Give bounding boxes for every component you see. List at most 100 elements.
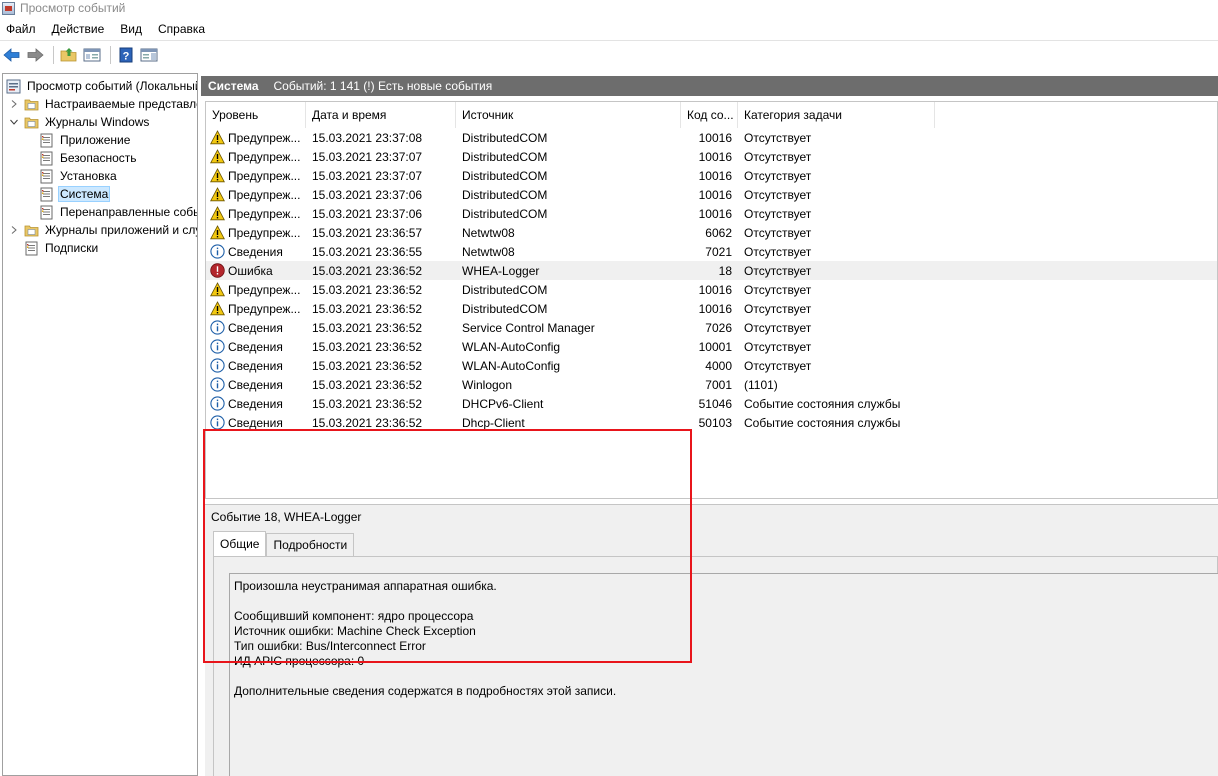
message-line: Тип ошибки: Bus/Interconnect Error	[234, 639, 426, 653]
tree-item-label: Журналы приложений и служб	[45, 223, 197, 237]
toolbar-separator	[110, 45, 111, 64]
cell-event-id: 10016	[698, 187, 732, 202]
level-label: Предупреж...	[228, 130, 301, 145]
tree-item-label: Установка	[60, 169, 117, 183]
menu-view[interactable]: Вид	[120, 22, 142, 36]
tree-item[interactable]: Настраиваемые представления	[9, 95, 197, 113]
level-label: Сведения	[228, 320, 283, 335]
cell-task-category: Отсутствует	[744, 149, 812, 164]
cell-event-id: 7026	[705, 320, 732, 335]
cell-source: Netwtw08	[462, 225, 515, 240]
event-list[interactable]: Уровень Дата и время Источник Код со... …	[205, 101, 1218, 499]
cell-datetime: 15.03.2021 23:36:52	[312, 282, 423, 297]
cell-level: Сведения	[206, 394, 306, 413]
back-arrow-icon[interactable]	[2, 45, 22, 65]
help-icon[interactable]: ?	[116, 45, 136, 65]
table-row[interactable]: Сведения 15.03.2021 23:36:52 Service Contr…	[206, 318, 1217, 337]
event-message-box[interactable]: Произошла неустранимая аппаратная ошибка…	[229, 573, 1218, 776]
cell-datetime: 15.03.2021 23:37:07	[312, 149, 423, 164]
info-icon	[210, 377, 225, 392]
table-row[interactable]: Сведения 15.03.2021 23:36:52 WLAN-AutoConf…	[206, 337, 1217, 356]
table-row[interactable]: Ошибка 15.03.2021 23:36:52 WHEA-Logger 18 От…	[206, 261, 1217, 280]
collapse-chevron-icon[interactable]	[9, 99, 19, 109]
table-row[interactable]: Сведения 15.03.2021 23:36:55 Netwtw08 7021 О…	[206, 242, 1217, 261]
tree-root-event-viewer[interactable]: Просмотр событий (Локальный)	[6, 77, 198, 95]
table-row[interactable]: Предупреж... 15.03.2021 23:37:06 Distribut…	[206, 204, 1217, 223]
table-row[interactable]: Сведения 15.03.2021 23:36:52 DHCPv6-Client…	[206, 394, 1217, 413]
tree-item[interactable]: Подписки	[9, 239, 100, 257]
expand-chevron-icon[interactable]	[9, 117, 19, 127]
table-row[interactable]: Предупреж... 15.03.2021 23:36:57 Netwtw08 6…	[206, 223, 1217, 242]
table-row[interactable]: Предупреж... 15.03.2021 23:37:06 Distribut…	[206, 185, 1217, 204]
column-header-task-category[interactable]: Категория задачи	[738, 102, 935, 128]
tree-item-label: Подписки	[45, 241, 99, 255]
cell-task-category: Отсутствует	[744, 244, 812, 259]
level-label: Предупреж...	[228, 282, 301, 297]
properties-pane-icon[interactable]	[139, 45, 159, 65]
collapse-chevron-icon[interactable]	[9, 225, 19, 235]
tree-item[interactable]: Система	[27, 185, 111, 203]
cell-source: DistributedCOM	[462, 206, 548, 221]
folder-icon	[24, 115, 39, 130]
tree-item[interactable]: Приложение	[27, 131, 132, 149]
cell-level: Предупреж...	[206, 128, 306, 147]
tab-details[interactable]: Подробности	[266, 533, 355, 556]
cell-source: DistributedCOM	[462, 282, 548, 297]
warning-icon	[210, 187, 225, 202]
menu-help[interactable]: Справка	[158, 22, 205, 36]
table-row[interactable]: Сведения 15.03.2021 23:36:52 Winlogon 7001 (…	[206, 375, 1217, 394]
tree-item[interactable]: Перенаправленные события	[27, 203, 197, 221]
table-row[interactable]: Сведения 15.03.2021 23:36:52 Dhcp-Client 50…	[206, 413, 1217, 432]
table-row[interactable]: Предупреж... 15.03.2021 23:36:52 Distribut…	[206, 299, 1217, 318]
cell-task-category: Отсутствует	[744, 263, 812, 278]
table-row[interactable]: Предупреж... 15.03.2021 23:37:08 Distribut…	[206, 128, 1217, 147]
cell-event-id: 7021	[705, 244, 732, 259]
tree-item[interactable]: Журналы приложений и служб	[9, 221, 197, 239]
folder-up-icon[interactable]	[59, 45, 79, 65]
tree-item-label: Настраиваемые представления	[45, 97, 197, 111]
table-row[interactable]: Предупреж... 15.03.2021 23:37:07 Distribut…	[206, 166, 1217, 185]
cell-level: Предупреж...	[206, 147, 306, 166]
message-line	[234, 669, 1214, 684]
tree-item-label: Система	[58, 186, 111, 202]
table-row[interactable]: Сведения 15.03.2021 23:36:52 WLAN-AutoConf…	[206, 356, 1217, 375]
cell-level: Сведения	[206, 337, 306, 356]
cell-source: DistributedCOM	[462, 187, 548, 202]
cell-task-category: Отсутствует	[744, 339, 812, 354]
cell-source: DistributedCOM	[462, 301, 548, 316]
cell-source: WLAN-AutoConfig	[462, 358, 561, 373]
warning-icon	[210, 206, 225, 221]
tree-item[interactable]: Установка	[27, 167, 119, 185]
cell-source: DistributedCOM	[462, 130, 548, 145]
show-hide-tree-icon[interactable]	[82, 45, 102, 65]
event-list-header: Уровень Дата и время Источник Код со... …	[206, 102, 1217, 128]
tree-item[interactable]: Журналы Windows	[9, 113, 151, 131]
cell-datetime: 15.03.2021 23:36:57	[312, 225, 423, 240]
cell-datetime: 15.03.2021 23:36:52	[312, 377, 423, 392]
column-header-event-id[interactable]: Код со...	[681, 102, 738, 128]
column-header-datetime[interactable]: Дата и время	[306, 102, 456, 128]
tree-root-label: Просмотр событий (Локальный)	[27, 79, 198, 93]
column-header-level[interactable]: Уровень	[206, 102, 306, 128]
cell-task-category: Отсутствует	[744, 320, 812, 335]
menu-file[interactable]: Файл	[6, 22, 36, 36]
cell-task-category: Отсутствует	[744, 187, 812, 202]
cell-task-category: (1101)	[744, 377, 778, 392]
cell-task-category: Отсутствует	[744, 206, 812, 221]
cell-event-id: 7001	[705, 377, 732, 392]
tree-item[interactable]: Безопасность	[27, 149, 139, 167]
cell-level: Сведения	[206, 356, 306, 375]
folder-icon	[24, 223, 39, 238]
forward-arrow-icon[interactable]	[25, 45, 45, 65]
cell-source: Winlogon	[462, 377, 513, 392]
cell-task-category: Отсутствует	[744, 168, 812, 183]
table-row[interactable]: Предупреж... 15.03.2021 23:36:52 Distribut…	[206, 280, 1217, 299]
event-details-pane: Событие 18, WHEA-Logger Общие Подробност…	[205, 504, 1218, 776]
level-label: Ошибка	[228, 263, 273, 278]
message-line: ИД APIC процессора: 0	[234, 654, 365, 668]
tab-general[interactable]: Общие	[213, 531, 267, 556]
table-row[interactable]: Предупреж... 15.03.2021 23:37:07 Distribut…	[206, 147, 1217, 166]
menu-action[interactable]: Действие	[52, 22, 105, 36]
column-header-source[interactable]: Источник	[456, 102, 681, 128]
